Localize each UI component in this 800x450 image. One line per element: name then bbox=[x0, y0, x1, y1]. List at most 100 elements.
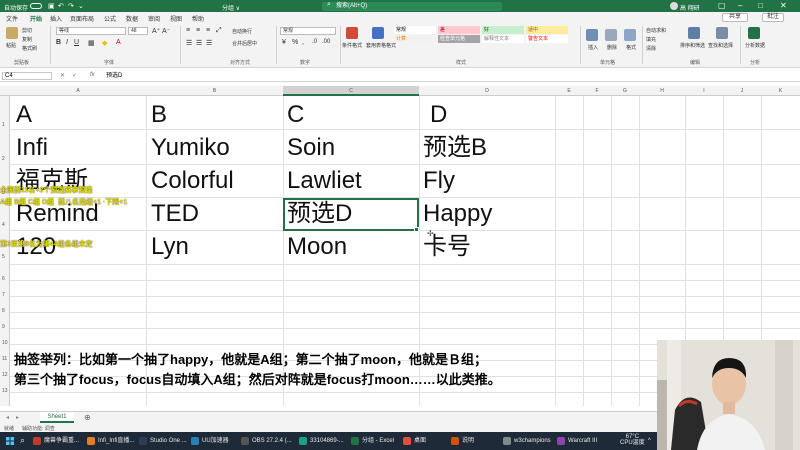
windows-start-icon[interactable] bbox=[6, 437, 14, 445]
tray-chevron-icon[interactable]: ^ bbox=[648, 438, 651, 444]
maximize-icon[interactable]: □ bbox=[758, 1, 763, 10]
cell-style-7[interactable]: 解释性文本 bbox=[482, 35, 524, 43]
align-bottom-icon[interactable]: ≡ bbox=[206, 27, 210, 34]
increase-decimal-icon[interactable]: .0 bbox=[312, 39, 317, 45]
column-header-d[interactable]: D bbox=[419, 88, 555, 94]
cell-style-8[interactable]: 警告文本 bbox=[526, 35, 568, 43]
status-accessibility[interactable]: 辅助功能: 调查 bbox=[22, 425, 55, 432]
sort-filter-icon[interactable] bbox=[688, 27, 700, 39]
taskbar-app-9[interactable]: 说明 bbox=[450, 435, 474, 447]
cell-c3[interactable]: Lawliet bbox=[287, 167, 362, 195]
autosum-button[interactable]: 自动求和 bbox=[646, 27, 666, 34]
decrease-font-icon[interactable]: A⁻ bbox=[162, 27, 170, 35]
tab-page-layout[interactable]: 页面布局 bbox=[70, 14, 94, 23]
taskbar-app-10[interactable]: w3champions bbox=[502, 435, 551, 447]
font-size-combo[interactable]: 48 bbox=[128, 27, 148, 35]
table-format-icon[interactable] bbox=[372, 27, 384, 39]
row-header-11[interactable]: 11 bbox=[2, 356, 7, 362]
share-button[interactable]: 共享 bbox=[722, 13, 749, 22]
column-header-i[interactable]: I bbox=[685, 88, 723, 94]
tab-data[interactable]: 数据 bbox=[126, 14, 138, 23]
font-name-combo[interactable]: 等线 bbox=[56, 27, 126, 35]
column-header-f[interactable]: F bbox=[583, 88, 611, 94]
cut-button[interactable]: 剪切 bbox=[22, 27, 32, 34]
customize-quick-access-icon[interactable]: ⌄ bbox=[78, 2, 84, 10]
taskbar-app-11[interactable]: Warcraft III bbox=[556, 435, 597, 447]
column-header-b[interactable]: B bbox=[146, 88, 283, 94]
name-box[interactable]: C4 bbox=[2, 72, 52, 80]
cell-b1[interactable]: B bbox=[151, 101, 167, 129]
insert-cells-button[interactable]: 插入 bbox=[588, 44, 598, 51]
avatar[interactable] bbox=[670, 2, 678, 10]
tab-insert[interactable]: 插入 bbox=[50, 14, 62, 23]
taskbar-app-6[interactable]: 33104869-... bbox=[298, 435, 344, 447]
cancel-entry-icon[interactable]: ✕ bbox=[60, 72, 65, 79]
cell-d3[interactable]: Fly bbox=[423, 167, 455, 195]
taskbar-app-2[interactable]: Infi_Infi直播... bbox=[86, 435, 134, 447]
decrease-decimal-icon[interactable]: .00 bbox=[322, 39, 330, 45]
wrap-text-button[interactable]: 自动换行 bbox=[232, 28, 252, 35]
confirm-entry-icon[interactable]: ✓ bbox=[72, 72, 77, 79]
cell-c5[interactable]: Moon bbox=[287, 233, 347, 261]
prev-sheet-icon[interactable]: ◂ bbox=[6, 414, 9, 421]
find-select-icon[interactable] bbox=[716, 27, 728, 39]
column-header-k[interactable]: K bbox=[761, 88, 800, 94]
add-sheet-icon[interactable]: ⊕ bbox=[84, 413, 91, 422]
cell-b5[interactable]: Lyn bbox=[151, 233, 189, 261]
tab-review[interactable]: 审阅 bbox=[148, 14, 160, 23]
next-sheet-icon[interactable]: ▸ bbox=[16, 414, 19, 421]
fill-button[interactable]: 填充 bbox=[646, 36, 656, 43]
cell-d4[interactable]: Happy bbox=[423, 200, 492, 228]
fill-handle[interactable] bbox=[414, 227, 419, 232]
underline-icon[interactable]: U bbox=[74, 39, 79, 46]
column-header-g[interactable]: G bbox=[611, 88, 639, 94]
cell-style-3[interactable]: 好 bbox=[482, 26, 524, 34]
row-header-8[interactable]: 8 bbox=[2, 308, 5, 314]
autosave-toggle[interactable] bbox=[30, 3, 42, 9]
row-header-13[interactable]: 13 bbox=[2, 388, 8, 394]
cell-style-6[interactable]: 检查单元格 bbox=[438, 35, 480, 43]
taskbar-app-3[interactable]: Studio One ... bbox=[138, 435, 187, 447]
column-header-j[interactable]: J bbox=[723, 88, 761, 94]
currency-icon[interactable]: ¥ bbox=[282, 39, 286, 46]
tab-formulas[interactable]: 公式 bbox=[104, 14, 116, 23]
formula-input[interactable]: 预选D bbox=[106, 72, 122, 80]
row-header-5[interactable]: 5 bbox=[2, 254, 5, 260]
align-center-icon[interactable]: ☰ bbox=[196, 39, 202, 47]
cell-d1[interactable]: D bbox=[430, 101, 447, 129]
copy-button[interactable]: 复制 bbox=[22, 36, 32, 43]
conditional-format-button[interactable]: 条件格式 bbox=[342, 42, 362, 49]
cell-style-5[interactable]: 计算 bbox=[394, 35, 436, 43]
align-right-icon[interactable]: ☰ bbox=[206, 39, 212, 47]
tab-view[interactable]: 视图 bbox=[170, 14, 182, 23]
column-header-e[interactable]: E bbox=[555, 88, 583, 94]
analyze-data-icon[interactable] bbox=[748, 27, 760, 39]
minimize-icon[interactable]: – bbox=[738, 1, 742, 10]
format-painter-button[interactable]: 格式刷 bbox=[22, 45, 37, 52]
taskbar-app-7[interactable]: 分组 - Excel bbox=[350, 435, 394, 447]
align-top-icon[interactable]: ≡ bbox=[186, 27, 190, 34]
taskbar-app-4[interactable]: UU加速器 bbox=[190, 435, 229, 447]
cell-style-4[interactable]: 适中 bbox=[526, 26, 568, 34]
comma-icon[interactable]: , bbox=[302, 39, 304, 46]
redo-icon[interactable]: ↷ bbox=[68, 2, 74, 10]
taskbar-app-1[interactable]: 魔兽争霸重... bbox=[32, 435, 79, 447]
analyze-data-button[interactable]: 分析数据 bbox=[745, 42, 765, 49]
merge-center-button[interactable]: 合并后居中 bbox=[232, 40, 257, 47]
cell-d2[interactable]: 预选B bbox=[423, 134, 487, 162]
fill-color-icon[interactable]: ◆ bbox=[102, 39, 107, 47]
italic-icon[interactable]: I bbox=[66, 39, 68, 46]
undo-icon[interactable]: ↶ bbox=[58, 2, 64, 10]
cell-style-2[interactable]: 差 bbox=[438, 26, 480, 34]
row-header-10[interactable]: 10 bbox=[2, 340, 8, 346]
clear-button[interactable]: 清除 bbox=[646, 45, 656, 52]
number-format-combo[interactable]: 常规 bbox=[280, 27, 336, 35]
row-header-7[interactable]: 7 bbox=[2, 292, 5, 298]
save-icon[interactable]: ▣ bbox=[48, 2, 55, 10]
insert-cells-icon[interactable] bbox=[586, 29, 598, 41]
sort-filter-button[interactable]: 排序和筛选 bbox=[680, 42, 705, 49]
paste-icon[interactable] bbox=[6, 27, 18, 39]
orientation-icon[interactable]: ⤢ bbox=[216, 27, 222, 35]
cell-a1[interactable]: A bbox=[16, 101, 32, 129]
border-icon[interactable]: ▦ bbox=[88, 39, 95, 47]
